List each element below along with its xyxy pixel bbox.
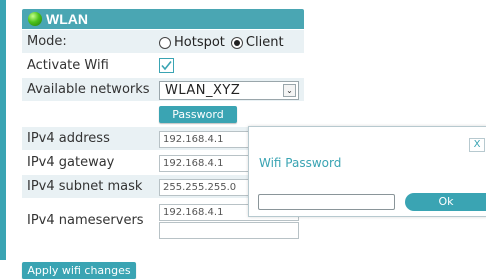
ipv4-nameservers-label: IPv4 nameservers [27, 213, 144, 228]
left-accent-stripe [0, 0, 6, 260]
available-networks-row: Available networks WLAN_XYZ ⌄ [22, 78, 304, 102]
mode-radio-group: Hotspot Client [159, 35, 284, 50]
wifi-password-input[interactable] [258, 194, 395, 210]
wifi-password-dialog: X Wifi Password Ok [248, 126, 486, 217]
ipv4-address-value: 192.168.4.1 [163, 134, 224, 145]
ipv4-address-label: IPv4 address [27, 131, 110, 146]
available-networks-label: Available networks [27, 82, 150, 97]
chevron-down-icon[interactable]: ⌄ [283, 84, 296, 97]
checkmark-icon [161, 61, 172, 71]
network-select[interactable]: WLAN_XYZ ⌄ [159, 81, 299, 100]
activate-wifi-checkbox[interactable] [159, 58, 174, 73]
activate-wifi-label: Activate Wifi [27, 58, 109, 73]
radio-hotspot[interactable]: Hotspot [159, 35, 225, 50]
mode-label: Mode: [27, 34, 67, 49]
radio-client-circle[interactable] [230, 36, 243, 49]
radio-hotspot-label: Hotspot [174, 35, 225, 50]
ipv4-subnet-label: IPv4 subnet mask [27, 179, 143, 194]
apply-wifi-changes-button[interactable]: Apply wifi changes [22, 262, 136, 279]
network-select-value: WLAN_XYZ [165, 83, 241, 98]
password-row: Password [22, 102, 304, 127]
mode-row: Mode: Hotspot Client [22, 30, 304, 54]
panel-header: WLAN [22, 9, 304, 29]
activate-wifi-row: Activate Wifi [22, 54, 304, 78]
radio-client[interactable]: Client [230, 35, 284, 50]
ipv4-gateway-label: IPv4 gateway [27, 155, 115, 170]
nameserver-1-value: 192.168.4.1 [163, 207, 224, 218]
ipv4-gateway-value: 192.168.4.1 [163, 158, 224, 169]
password-button[interactable]: Password [159, 106, 237, 123]
ipv4-subnet-value: 255.255.255.0 [163, 182, 237, 193]
radio-hotspot-circle[interactable] [159, 36, 171, 49]
nameserver-input-2[interactable] [159, 222, 299, 239]
dialog-title: Wifi Password [259, 156, 342, 170]
wifi-status-icon [28, 12, 42, 26]
panel-title: WLAN [46, 11, 88, 27]
radio-client-label: Client [245, 35, 284, 50]
ok-button[interactable]: Ok [405, 193, 486, 211]
close-icon[interactable]: X [469, 138, 485, 152]
